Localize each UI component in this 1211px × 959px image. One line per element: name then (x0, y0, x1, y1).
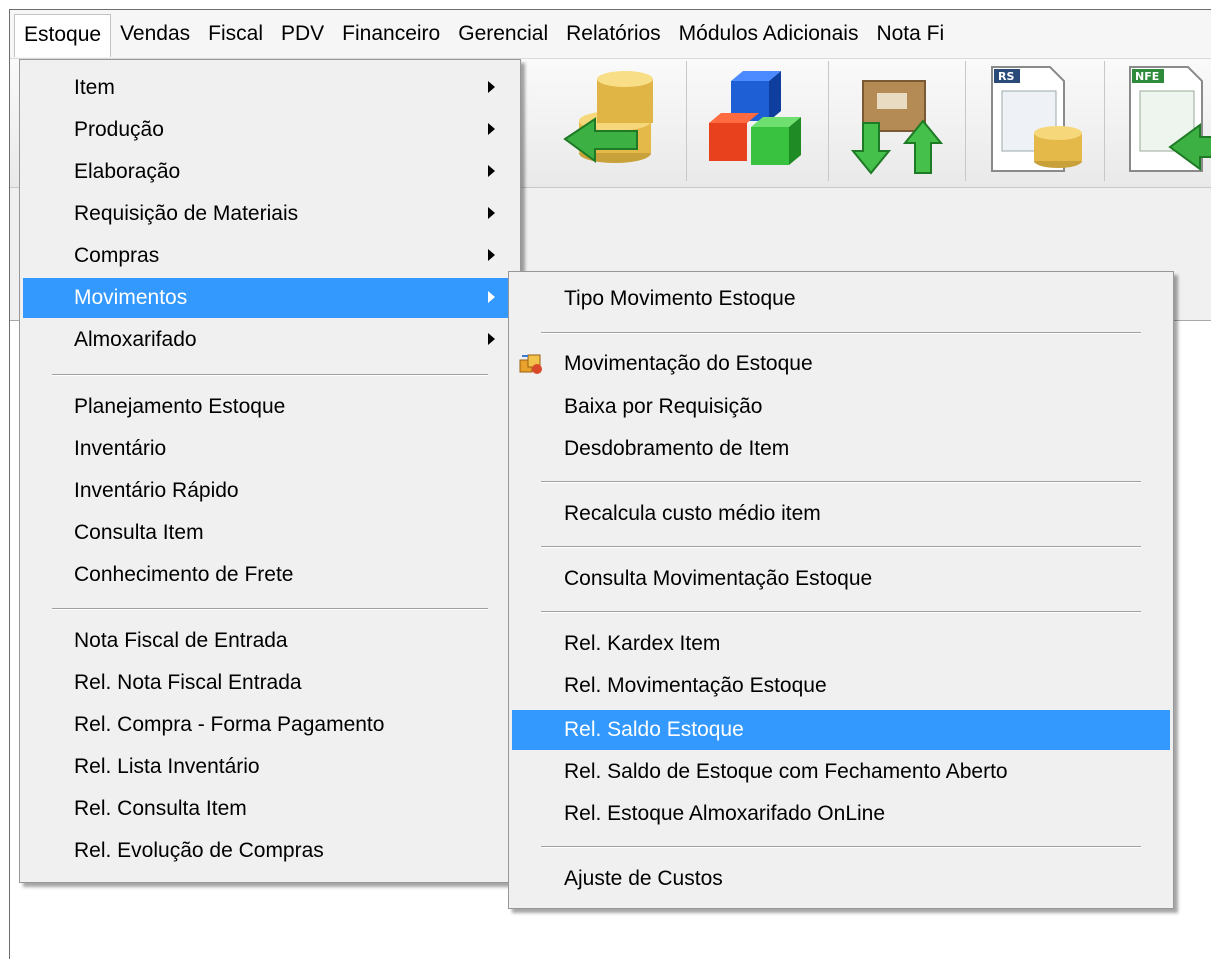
menu-item-planejamento-estoque[interactable]: Planejamento Estoque (23, 387, 517, 427)
menu-item-label: Movimentação do Estoque (564, 352, 813, 375)
submenu-arrow-icon (488, 333, 495, 345)
menu-item-label: Rel. Estoque Almoxarifado OnLine (564, 802, 886, 825)
menu-item-recalcula-custo-medio[interactable]: Recalcula custo médio item (512, 494, 1170, 534)
menu-separator (52, 608, 488, 610)
menu-separator (52, 374, 488, 376)
menu-item-label: Consulta Movimentação Estoque (564, 567, 873, 590)
rs-report-coins-icon: RS (991, 66, 1082, 172)
submenu-arrow-icon (488, 165, 495, 177)
menu-item-label: Rel. Compra - Forma Pagamento (74, 713, 385, 736)
stock-movement-icon (519, 354, 542, 374)
menu-item-label: Rel. Kardex Item (564, 632, 721, 655)
menu-item-rel-movimentacao-estoque[interactable]: Rel. Movimentação Estoque (512, 666, 1170, 706)
menu-item-ajuste-custos[interactable]: Ajuste de Custos (512, 859, 1170, 899)
menu-item-desdobramento-item[interactable]: Desdobramento de Item (512, 429, 1170, 469)
menu-item-conhecimento-frete[interactable]: Conhecimento de Frete (23, 555, 517, 595)
menu-item-almoxarifado[interactable]: Almoxarifado (23, 320, 517, 360)
movimentos-submenu: Tipo Movimento Estoque Movimentação do E… (508, 271, 1174, 909)
menu-item-label: Nota Fiscal de Entrada (74, 629, 288, 652)
menu-item-label: Movimentos (74, 286, 188, 309)
menu-vendas[interactable]: Vendas (111, 14, 199, 54)
menu-item-label: Consulta Item (74, 521, 204, 544)
menu-separator (541, 611, 1141, 613)
stock-transfer-button[interactable] (833, 61, 958, 183)
menu-gerencial[interactable]: Gerencial (449, 14, 557, 54)
menu-item-label: Produção (74, 118, 164, 141)
menu-item-rel-nota-fiscal-entrada[interactable]: Rel. Nota Fiscal Entrada (23, 663, 517, 703)
menu-item-inventario[interactable]: Inventário (23, 429, 517, 469)
rs-report-button[interactable]: RS (972, 61, 1097, 183)
menu-fiscal[interactable]: Fiscal (199, 14, 272, 54)
submenu-arrow-icon (488, 123, 495, 135)
menu-item-consulta-item[interactable]: Consulta Item (23, 513, 517, 553)
menu-item-label: Almoxarifado (74, 328, 197, 351)
svg-text:NFE: NFE (1135, 70, 1159, 83)
menu-item-compras[interactable]: Compras (23, 236, 517, 276)
submenu-arrow-icon (488, 249, 495, 261)
menu-separator (541, 332, 1141, 334)
menu-item-label: Conhecimento de Frete (74, 563, 294, 586)
menu-item-nota-fiscal-entrada[interactable]: Nota Fiscal de Entrada (23, 621, 517, 661)
menu-item-label: Rel. Movimentação Estoque (564, 674, 827, 697)
menu-nota-fiscal[interactable]: Nota Fi (867, 14, 953, 54)
menu-item-baixa-requisicao[interactable]: Baixa por Requisição (512, 387, 1170, 427)
menu-item-label: Planejamento Estoque (74, 395, 286, 418)
menu-item-label: Requisição de Materiais (74, 202, 299, 225)
menu-item-movimentos[interactable]: Movimentos (23, 278, 517, 318)
menu-item-rel-kardex-item[interactable]: Rel. Kardex Item (512, 624, 1170, 664)
menu-item-requisicao-materiais[interactable]: Requisição de Materiais (23, 194, 517, 234)
cubes-button[interactable] (691, 61, 816, 183)
menu-item-label: Elaboração (74, 160, 181, 183)
menu-item-movimentacao-estoque[interactable]: Movimentação do Estoque (512, 344, 1170, 384)
menu-modulos-adicionais[interactable]: Módulos Adicionais (670, 14, 868, 54)
menu-item-label: Compras (74, 244, 160, 267)
menu-item-item[interactable]: Item (23, 68, 517, 108)
menu-separator (541, 546, 1141, 548)
menu-item-rel-evolucao-compras[interactable]: Rel. Evolução de Compras (23, 831, 517, 871)
coins-arrow-in-icon (563, 71, 653, 163)
menu-item-label: Inventário (74, 437, 167, 460)
estoque-menu: Item Produção Elaboração Requisição de M… (19, 59, 521, 883)
menu-item-tipo-movimento-estoque[interactable]: Tipo Movimento Estoque (512, 279, 1170, 319)
menu-item-producao[interactable]: Produção (23, 110, 517, 150)
menu-item-rel-saldo-fechamento-aberto[interactable]: Rel. Saldo de Estoque com Fechamento Abe… (512, 752, 1170, 792)
menu-item-label: Inventário Rápido (74, 479, 239, 502)
menu-separator (541, 846, 1141, 848)
menu-item-label: Rel. Nota Fiscal Entrada (74, 671, 302, 694)
menu-item-label: Rel. Saldo de Estoque com Fechamento Abe… (564, 760, 1008, 783)
menu-item-label: Tipo Movimento Estoque (564, 287, 796, 310)
submenu-arrow-icon (488, 291, 495, 303)
box-transfer-icon (850, 80, 944, 175)
menu-item-label: Ajuste de Custos (564, 867, 723, 890)
submenu-arrow-icon (488, 81, 495, 93)
svg-text:RS: RS (998, 70, 1014, 83)
menu-item-elaboracao[interactable]: Elaboração (23, 152, 517, 192)
menu-pdv[interactable]: PDV (272, 14, 333, 54)
menu-item-rel-compra-forma-pagamento[interactable]: Rel. Compra - Forma Pagamento (23, 705, 517, 745)
menu-item-label: Baixa por Requisição (564, 395, 763, 418)
menu-item-label: Recalcula custo médio item (564, 502, 821, 525)
menu-item-label: Item (74, 76, 115, 99)
menu-item-rel-consulta-item[interactable]: Rel. Consulta Item (23, 789, 517, 829)
menu-estoque[interactable]: Estoque (14, 13, 112, 57)
menu-item-label: Rel. Lista Inventário (74, 755, 260, 778)
menu-item-rel-estoque-almoxarifado-online[interactable]: Rel. Estoque Almoxarifado OnLine (512, 794, 1170, 834)
menu-item-rel-saldo-estoque[interactable]: Rel. Saldo Estoque (512, 710, 1170, 750)
nfe-document-icon: NFE (1129, 66, 1211, 172)
submenu-arrow-icon (488, 207, 495, 219)
menu-item-label: Rel. Consulta Item (74, 797, 247, 820)
menu-separator (541, 481, 1141, 483)
menu-financeiro[interactable]: Financeiro (333, 14, 449, 54)
menu-bar: Estoque Vendas Fiscal PDV Financeiro Ger… (10, 10, 1211, 59)
coins-arrow-in-button[interactable] (545, 61, 670, 183)
menu-item-inventario-rapido[interactable]: Inventário Rápido (23, 471, 517, 511)
menu-item-rel-lista-inventario[interactable]: Rel. Lista Inventário (23, 747, 517, 787)
cubes-icon (709, 71, 801, 165)
menu-item-label: Rel. Evolução de Compras (74, 839, 324, 862)
menu-item-consulta-movimentacao-estoque[interactable]: Consulta Movimentação Estoque (512, 559, 1170, 599)
menu-item-label: Desdobramento de Item (564, 437, 790, 460)
menu-item-label: Rel. Saldo Estoque (564, 718, 744, 741)
menu-relatorios[interactable]: Relatórios (557, 14, 670, 54)
nfe-button[interactable]: NFE (1110, 61, 1211, 183)
